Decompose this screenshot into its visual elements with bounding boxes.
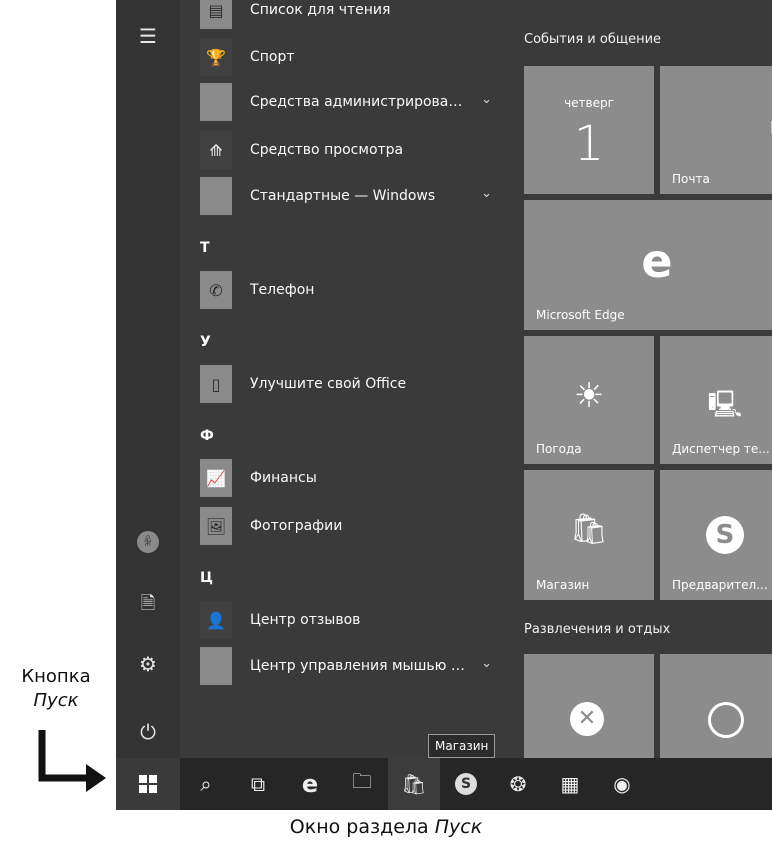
letter-header-u[interactable]: У: [200, 334, 211, 350]
settings-gear-icon[interactable]: ⚙: [116, 642, 180, 686]
skype-icon: S: [706, 516, 744, 554]
mail-tile[interactable]: ✉ Почта: [660, 66, 772, 194]
reading-list-icon: ▤: [200, 0, 232, 29]
start-menu-rail: ☰ ꆜ 🗎 ⚙ ⏻: [116, 0, 180, 758]
groove-music-icon: [708, 702, 744, 738]
tile-group-title[interactable]: Развлечения и отдых: [524, 622, 670, 637]
app-item-phone[interactable]: ✆ Телефон: [200, 268, 500, 312]
start-menu-screen: ☰ ꆜ 🗎 ⚙ ⏻ ▤ Список для чтения 🏆 Спорт Ср…: [116, 0, 772, 810]
taskbar-tooltip: Магазин: [428, 734, 496, 758]
app-item-finance[interactable]: 📈 Финансы: [200, 456, 500, 500]
tile-label: Microsoft Edge: [536, 308, 625, 322]
devices-tile[interactable]: 🖳 Диспетчер те...: [660, 336, 772, 464]
store-bag-icon: 🛍: [569, 512, 609, 547]
app-item-reading-list[interactable]: ▤ Список для чтения: [200, 0, 500, 32]
devices-icon: 🖳: [707, 390, 743, 420]
tile-label: Предварител...: [672, 578, 768, 592]
folder-icon: [200, 177, 232, 215]
edge-icon: e: [641, 234, 673, 288]
tile-label: Почта: [672, 172, 710, 186]
app-item-office[interactable]: ▯ Улучшите свой Office: [200, 362, 500, 406]
sun-icon: ☀: [573, 376, 605, 416]
edge-tile[interactable]: e Microsoft Edge: [524, 200, 772, 330]
office-icon: ▯: [200, 365, 232, 403]
letter-header-f[interactable]: Ф: [200, 428, 214, 444]
documents-icon[interactable]: 🗎: [116, 584, 180, 628]
tiles-area: События и общение четверг 1 ✉ Почта e Mi…: [506, 0, 772, 764]
file-explorer-icon[interactable]: 🗀: [336, 758, 388, 810]
annotation-line2: Пуск: [33, 690, 79, 711]
chevron-down-icon[interactable]: ⌄: [481, 186, 492, 201]
photo-icon: 🖼: [200, 507, 232, 545]
app-item-label: Центр отзывов: [250, 612, 361, 628]
app-taskbar-icon[interactable]: ❂: [492, 758, 544, 810]
calendar-day-number: 1: [573, 116, 605, 172]
tile-label: Диспетчер те...: [672, 442, 770, 456]
app-item-photos[interactable]: 🖼 Фотографии: [200, 504, 500, 548]
finance-chart-icon: 📈: [200, 459, 232, 497]
taskbar: ⌕ ⧉ e 🗀 🛍 S ❂ ▦ ◉: [116, 758, 772, 810]
edge-taskbar-icon[interactable]: e: [284, 758, 336, 810]
app-item-feedback-hub[interactable]: 👤 Центр отзывов: [200, 598, 500, 642]
app-item-admin-tools[interactable]: Средства администрировани... ⌄: [200, 80, 500, 124]
app-item-accessories[interactable]: Стандартные — Windows ⌄: [200, 174, 500, 218]
tile-label: Магазин: [536, 578, 590, 592]
groove-tile[interactable]: [660, 654, 772, 764]
app-item-mouse-center[interactable]: Центр управления мышью и... ⌄: [200, 644, 500, 688]
chrome-taskbar-icon[interactable]: ◉: [596, 758, 648, 810]
calendar-day-name: четверг: [564, 96, 614, 110]
folder-icon: [200, 647, 232, 685]
user-avatar[interactable]: ꆜ: [116, 520, 180, 564]
store-tile[interactable]: 🛍 Магазин: [524, 470, 654, 600]
search-icon[interactable]: ⌕: [180, 758, 232, 810]
annotation-arrow-icon: [38, 730, 106, 792]
task-view-icon[interactable]: ⧉: [232, 758, 284, 810]
app-item-label: Средство просмотра: [250, 142, 404, 158]
skype-tile[interactable]: S Предварител...: [660, 470, 772, 600]
app-item-label: Средства администрировани...: [250, 94, 470, 110]
app-item-label: Телефон: [250, 282, 315, 298]
app-item-label: Центр управления мышью и...: [250, 658, 470, 674]
app-item-label: Спорт: [250, 49, 295, 65]
annotation-line1: Кнопка: [21, 666, 91, 687]
chevron-down-icon[interactable]: ⌄: [481, 92, 492, 107]
xbox-icon: ✕: [570, 702, 604, 736]
folder-icon: [200, 83, 232, 121]
store-taskbar-icon[interactable]: 🛍: [388, 758, 440, 810]
xbox-tile[interactable]: ✕: [524, 654, 654, 764]
app-item-label: Фотографии: [250, 518, 343, 534]
power-icon[interactable]: ⏻: [116, 710, 180, 754]
feedback-icon: 👤: [200, 601, 232, 639]
app-list: ▤ Список для чтения 🏆 Спорт Средства адм…: [180, 0, 506, 758]
calendar-tile[interactable]: четверг 1: [524, 66, 654, 194]
weather-tile[interactable]: ☀ Погода: [524, 336, 654, 464]
app-item-label: Список для чтения: [250, 2, 391, 18]
chevron-down-icon[interactable]: ⌄: [481, 656, 492, 671]
app-item-label: Улучшите свой Office: [250, 376, 407, 392]
caption-italic: Пуск: [434, 816, 483, 838]
phone-icon: ✆: [200, 271, 232, 309]
caption-prefix: Окно раздела: [289, 816, 435, 838]
app-item-viewer[interactable]: ⟰ Средство просмотра: [200, 128, 500, 172]
calculator-taskbar-icon[interactable]: ▦: [544, 758, 596, 810]
app-item-label: Стандартные — Windows: [250, 188, 436, 204]
viewer-icon: ⟰: [200, 131, 232, 169]
start-button-annotation: Кнопка Пуск: [6, 665, 106, 713]
tile-label: Погода: [536, 442, 582, 456]
app-item-label: Финансы: [250, 470, 317, 486]
trophy-icon: 🏆: [200, 38, 232, 76]
skype-taskbar-icon[interactable]: S: [440, 758, 492, 810]
app-item-sport[interactable]: 🏆 Спорт: [200, 35, 500, 79]
tile-group-title[interactable]: События и общение: [524, 32, 661, 47]
start-button[interactable]: [116, 758, 180, 810]
figure-caption: Окно раздела Пуск: [0, 816, 772, 838]
letter-header-ts[interactable]: Ц: [200, 570, 213, 586]
letter-header-t[interactable]: Т: [200, 240, 210, 256]
windows-logo-icon: [139, 775, 157, 793]
hamburger-menu-icon[interactable]: ☰: [116, 14, 180, 58]
